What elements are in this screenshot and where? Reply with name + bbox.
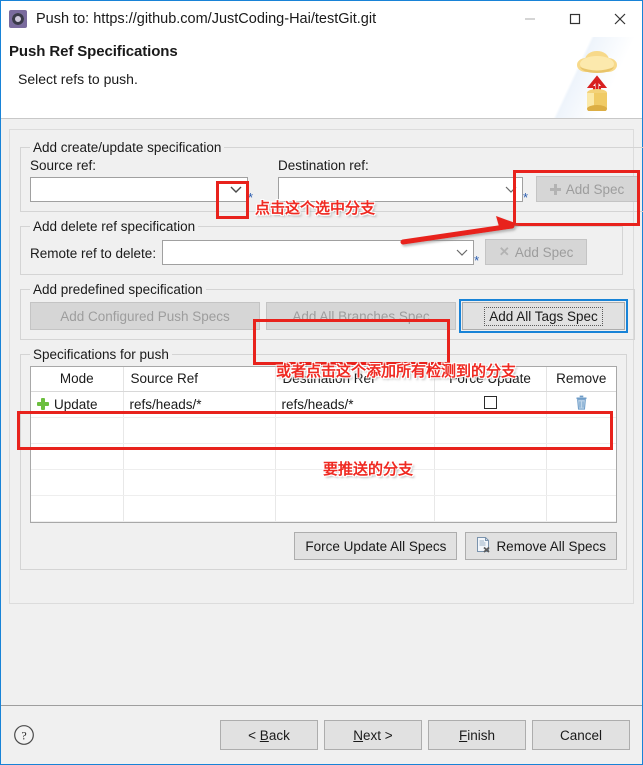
button-label: Cancel bbox=[559, 727, 603, 743]
button-label: Finish bbox=[458, 727, 495, 743]
maximize-icon[interactable] bbox=[552, 1, 597, 37]
trash-icon[interactable] bbox=[575, 395, 588, 413]
annotation-note-2: 或者点击这个添加所有检测到的分支 bbox=[276, 362, 517, 380]
cell-remove[interactable] bbox=[546, 391, 616, 418]
add-spec-label: Add Spec bbox=[514, 244, 574, 260]
mode-value: Update bbox=[54, 396, 98, 412]
wizard-button-bar: ? < Back Next > Finish Cancel bbox=[1, 706, 642, 764]
remote-ref-combo[interactable] bbox=[162, 240, 475, 265]
source-ref-label: Source ref: bbox=[30, 158, 97, 173]
minimize-icon[interactable] bbox=[507, 1, 552, 37]
finish-button[interactable]: Finish bbox=[428, 720, 526, 750]
column-header-source-ref[interactable]: Source Ref bbox=[123, 367, 276, 392]
add-spec-button-create[interactable]: Add Spec bbox=[536, 176, 638, 202]
svg-text:?: ? bbox=[21, 728, 26, 742]
remote-ref-label: Remote ref to delete: bbox=[30, 246, 157, 261]
x-icon: ✕ bbox=[498, 244, 510, 259]
title-bar: Push to: https://github.com/JustCoding-H… bbox=[1, 1, 642, 37]
back-button[interactable]: < Back bbox=[220, 720, 318, 750]
table-row-empty[interactable] bbox=[31, 417, 616, 444]
button-label: Add All Branches Spec bbox=[292, 308, 430, 324]
gear-icon bbox=[9, 10, 27, 28]
add-configured-push-specs-button[interactable]: Add Configured Push Specs bbox=[30, 302, 260, 330]
column-header-mode[interactable]: Mode bbox=[31, 367, 124, 392]
destination-ref-label: Destination ref: bbox=[278, 158, 369, 173]
specs-legend: Specifications for push bbox=[33, 347, 169, 362]
table-row-empty[interactable] bbox=[31, 495, 616, 522]
remote-ref-required-marker: * bbox=[474, 253, 480, 268]
button-label: Next > bbox=[353, 727, 393, 743]
plus-icon bbox=[549, 183, 561, 195]
button-label: Force Update All Specs bbox=[305, 538, 447, 554]
help-icon[interactable]: ? bbox=[13, 724, 35, 746]
force-update-checkbox[interactable] bbox=[483, 396, 497, 409]
delete-ref-group: Add delete ref specification Remote ref … bbox=[20, 219, 623, 275]
window-title: Push to: https://github.com/JustCoding-H… bbox=[36, 11, 377, 27]
specs-action-bar: Force Update All Specs Remove All Specs bbox=[30, 532, 617, 560]
annotation-note-1: 点击这个选中分支 bbox=[255, 199, 376, 217]
push-dialog-window: Push to: https://github.com/JustCoding-H… bbox=[0, 0, 643, 765]
window-controls bbox=[507, 1, 642, 37]
button-label: < Back bbox=[248, 727, 290, 743]
chevron-down-icon[interactable] bbox=[225, 178, 247, 201]
cell-destination-ref[interactable]: refs/heads/* bbox=[275, 391, 435, 418]
document-delete-icon bbox=[476, 536, 491, 556]
specs-table[interactable]: Mode Source Ref Destination Ref Force Up… bbox=[30, 366, 617, 523]
add-spec-button-delete[interactable]: ✕ Add Spec bbox=[485, 239, 588, 265]
next-button[interactable]: Next > bbox=[324, 720, 422, 750]
cloud-upload-icon bbox=[566, 45, 628, 116]
delete-ref-legend: Add delete ref specification bbox=[33, 219, 196, 234]
create-update-legend: Add create/update specification bbox=[33, 140, 222, 155]
button-label: Add All Tags Spec bbox=[484, 306, 603, 326]
close-icon[interactable] bbox=[597, 1, 642, 37]
predefined-legend: Add predefined specification bbox=[33, 282, 203, 297]
add-all-branches-spec-button[interactable]: Add All Branches Spec bbox=[266, 302, 456, 330]
wizard-nav-buttons: < Back Next > Finish Cancel bbox=[220, 720, 630, 750]
add-spec-label: Add Spec bbox=[565, 181, 625, 197]
cell-force-update[interactable] bbox=[434, 391, 547, 418]
plus-icon bbox=[37, 398, 49, 410]
button-label: Remove All Specs bbox=[496, 538, 606, 554]
chevron-down-icon[interactable] bbox=[451, 241, 474, 264]
source-ref-required-marker: * bbox=[248, 190, 254, 205]
predefined-group: Add predefined specification Add Configu… bbox=[20, 282, 635, 340]
button-label: Add Configured Push Specs bbox=[60, 308, 230, 324]
cell-mode[interactable]: Update bbox=[31, 391, 124, 418]
remove-all-specs-button[interactable]: Remove All Specs bbox=[465, 532, 617, 560]
wizard-header: Push Ref Specifications Select refs to p… bbox=[1, 37, 642, 119]
table-row-empty[interactable] bbox=[31, 521, 616, 522]
add-all-tags-spec-button[interactable]: Add All Tags Spec bbox=[459, 299, 628, 333]
column-header-remove[interactable]: Remove bbox=[546, 367, 616, 392]
cancel-button[interactable]: Cancel bbox=[532, 720, 630, 750]
destination-ref-required-marker: * bbox=[523, 190, 529, 205]
table-row[interactable]: Update refs/heads/* refs/heads/* bbox=[31, 391, 616, 418]
force-update-all-specs-button[interactable]: Force Update All Specs bbox=[294, 532, 458, 560]
chevron-down-icon[interactable] bbox=[500, 178, 522, 201]
source-ref-combo[interactable] bbox=[30, 177, 248, 202]
cell-source-ref[interactable]: refs/heads/* bbox=[123, 391, 276, 418]
annotation-note-3: 要推送的分支 bbox=[323, 460, 414, 478]
